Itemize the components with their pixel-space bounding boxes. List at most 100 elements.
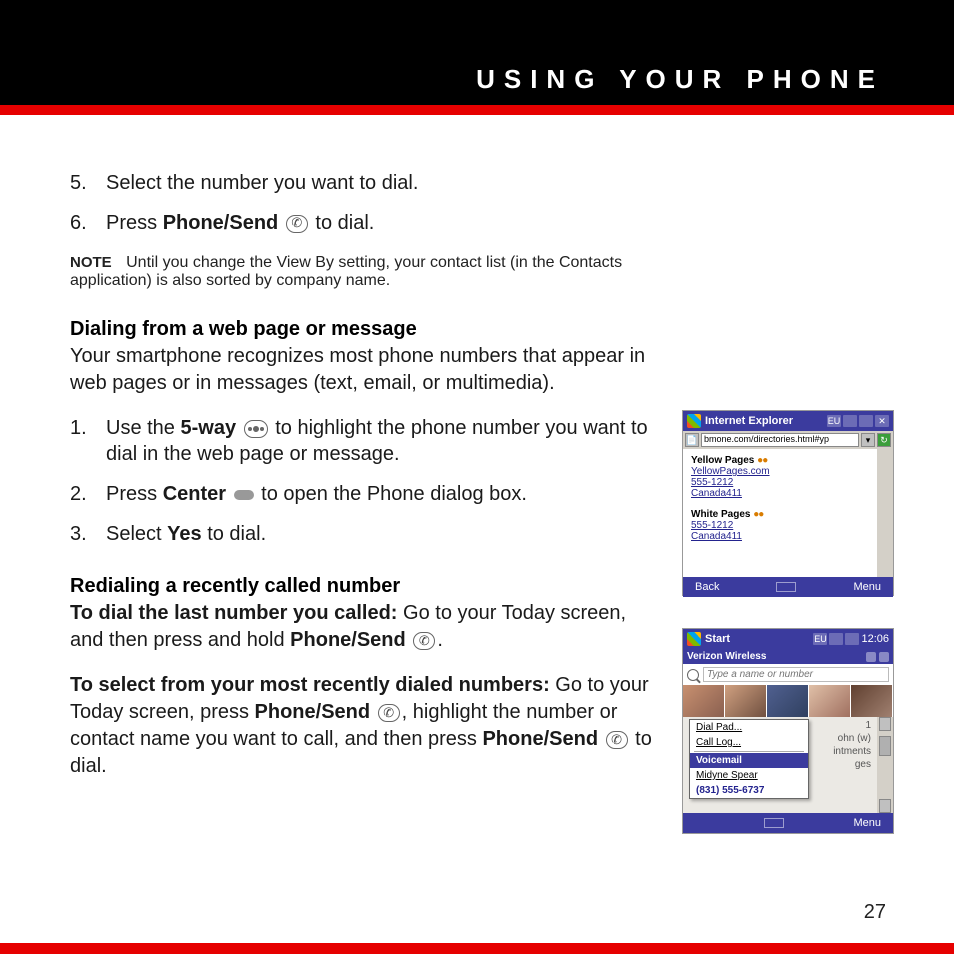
- step-6: 6. Press Phone/Send to dial.: [70, 210, 660, 236]
- softkey-menu[interactable]: Menu: [853, 817, 881, 829]
- ss1-content: Yellow Pages ●● YellowPages.com 555-1212…: [683, 449, 893, 577]
- clock-text: 12:06: [861, 633, 889, 645]
- status-icon: EU: [827, 415, 841, 427]
- softkey-back[interactable]: Back: [695, 581, 719, 593]
- note-text: Until you change the View By setting, yo…: [70, 254, 622, 289]
- section1-step-3: 3. Select Yes to dial.: [70, 521, 660, 547]
- step-number: 3.: [70, 521, 87, 547]
- step-number: 2.: [70, 481, 87, 507]
- step-text-post: to dial.: [202, 523, 266, 545]
- screenshot-today-screen: Start EU 12:06 Verizon Wireless: [682, 628, 894, 834]
- step-text-post: to open the Phone dialog box.: [261, 483, 527, 505]
- speaker-icon: [845, 633, 859, 645]
- step-text-pre: Select: [106, 523, 167, 545]
- url-input[interactable]: bmone.com/directories.html#yp: [701, 433, 859, 447]
- note-label: NOTE: [70, 254, 112, 271]
- keyboard-icon[interactable]: [776, 582, 796, 592]
- ss1-titlebar: Internet Explorer EU ✕: [683, 411, 893, 431]
- signal-icon: [843, 415, 857, 427]
- section1-heading: Dialing from a web page or message: [70, 318, 660, 341]
- ss2-titlebar: Start EU 12:06: [683, 629, 893, 649]
- section1-step-1: 1. Use the 5-way to highlight the phone …: [70, 415, 660, 467]
- scroll-up-icon[interactable]: [879, 449, 891, 463]
- ss1-urlbar: 📄 bmone.com/directories.html#yp ▾ ↻: [683, 431, 893, 449]
- phone-send-icon: [378, 704, 400, 722]
- divider-red-top: [0, 105, 954, 115]
- section2-para2: To select from your most recently dialed…: [70, 672, 660, 780]
- scroll-thumb[interactable]: [879, 500, 891, 520]
- speaker-icon: [859, 415, 873, 427]
- page-icon: 📄: [685, 433, 699, 447]
- link-canada411[interactable]: Canada411: [691, 488, 869, 499]
- divider-red-bottom: [0, 943, 954, 954]
- keyboard-icon[interactable]: [764, 818, 784, 828]
- ss2-footer: Menu: [683, 813, 893, 833]
- popup-separator: [694, 751, 804, 752]
- ss2-title: Start: [705, 633, 809, 645]
- scroll-down-icon[interactable]: [879, 799, 891, 813]
- para1-lead: To dial the last number you called:: [70, 602, 397, 624]
- yellow-pages-heading: Yellow Pages ●●: [691, 455, 869, 466]
- para1-post: .: [437, 629, 443, 651]
- step-bold: 5-way: [180, 417, 236, 439]
- dropdown-icon[interactable]: ▾: [861, 433, 875, 447]
- step-text-pre: Use the: [106, 417, 180, 439]
- context-popup: Dial Pad... Call Log... Voicemail Midyne…: [689, 719, 809, 799]
- step-text-pre: Press: [106, 212, 163, 234]
- ss2-body: Voicemail1 ohn (w) intments ges Dial Pad…: [683, 717, 893, 813]
- ss1-title: Internet Explorer: [705, 415, 823, 427]
- content-area: 5. Select the number you want to dial. 6…: [0, 115, 954, 780]
- left-column: 5. Select the number you want to dial. 6…: [70, 170, 660, 780]
- softkey-menu[interactable]: Menu: [853, 581, 881, 593]
- status-icon: EU: [813, 633, 827, 645]
- scroll-down-icon[interactable]: [879, 563, 891, 577]
- bluetooth-icon: [879, 652, 889, 662]
- signal-icon: [829, 633, 843, 645]
- step-text-pre: Press: [106, 483, 163, 505]
- section1-body: Your smartphone recognizes most phone nu…: [70, 343, 660, 397]
- para2-lead: To select from your most recently dialed…: [70, 674, 550, 696]
- close-icon: ✕: [875, 415, 889, 427]
- popup-dialpad[interactable]: Dial Pad...: [690, 720, 808, 735]
- step-number: 1.: [70, 415, 87, 441]
- step-number: 6.: [70, 210, 87, 236]
- contact-photo[interactable]: [683, 685, 725, 717]
- link-wp-canada411[interactable]: Canada411: [691, 531, 869, 542]
- link-5551212[interactable]: 555-1212: [691, 477, 869, 488]
- page-header-title: USING YOUR PHONE: [476, 64, 884, 95]
- popup-phone-number[interactable]: (831) 555-6737: [690, 783, 808, 798]
- section1-step-2: 2. Press Center to open the Phone dialog…: [70, 481, 660, 507]
- contact-photo[interactable]: [851, 685, 893, 717]
- carrier-name: Verizon Wireless: [687, 651, 766, 662]
- ss1-footer: Back Menu: [683, 577, 893, 597]
- windows-flag-icon: [687, 414, 701, 428]
- para1-bold: Phone/Send: [290, 629, 406, 651]
- note-line: NOTE Until you change the View By settin…: [70, 254, 660, 290]
- popup-contact-name[interactable]: Midyne Spear: [690, 768, 808, 783]
- name-number-input[interactable]: [703, 667, 889, 682]
- white-pages-heading: White Pages ●●: [691, 509, 869, 520]
- windows-flag-icon: [687, 632, 701, 646]
- contact-photo[interactable]: [767, 685, 809, 717]
- link-yellowpages[interactable]: YellowPages.com: [691, 466, 869, 477]
- signal-bars-icon: [866, 652, 876, 662]
- phone-send-icon: [413, 632, 435, 650]
- popup-voicemail-selected[interactable]: Voicemail: [690, 753, 808, 768]
- section2-para1: To dial the last number you called: Go t…: [70, 600, 660, 654]
- scroll-thumb[interactable]: [879, 736, 891, 756]
- popup-calllog[interactable]: Call Log...: [690, 735, 808, 750]
- center-button-icon: [234, 490, 254, 500]
- go-icon[interactable]: ↻: [877, 433, 891, 447]
- step-5: 5. Select the number you want to dial.: [70, 170, 660, 196]
- contact-photo[interactable]: [725, 685, 767, 717]
- section2-heading: Redialing a recently called number: [70, 575, 660, 598]
- header-bar: USING YOUR PHONE: [0, 0, 954, 105]
- contact-photo[interactable]: [809, 685, 851, 717]
- link-wp-5551212[interactable]: 555-1212: [691, 520, 869, 531]
- five-way-icon: [244, 420, 268, 438]
- ss1-status-icons: EU ✕: [827, 415, 889, 427]
- name-number-row: [683, 664, 893, 685]
- carrier-bar: Verizon Wireless: [683, 649, 893, 664]
- step-text-post: to dial.: [315, 212, 374, 234]
- scroll-up-icon[interactable]: [879, 717, 891, 731]
